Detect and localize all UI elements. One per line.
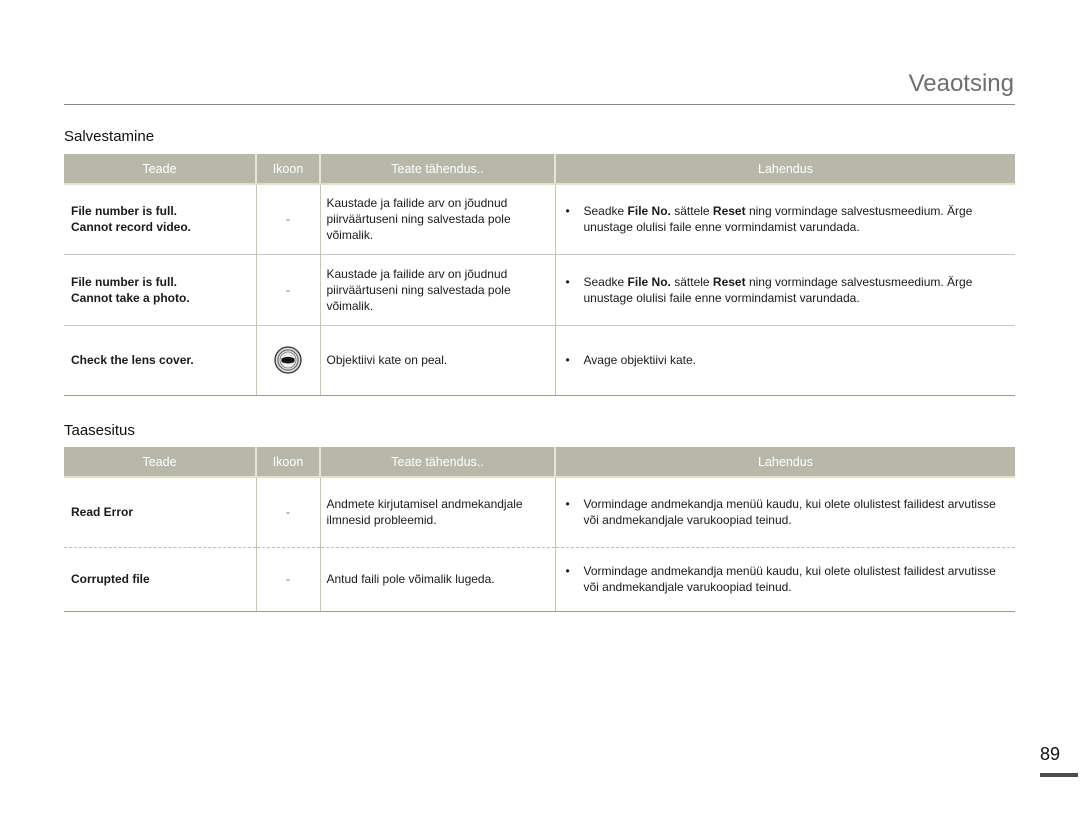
- solution-text: Vormindage andmekandja menüü kaudu, kui …: [583, 564, 996, 594]
- message-line: File number is full.: [71, 274, 178, 289]
- taasesitus-table: Teade Ikoon Teate tähendus.. Lahendus Re…: [64, 447, 1015, 612]
- title-divider: [64, 104, 1015, 105]
- icon-cell: -: [255, 254, 320, 326]
- table-row: Read Error - Andmete kirjutamisel andmek…: [64, 477, 1015, 548]
- message-line: Cannot record video.: [71, 220, 192, 235]
- icon-cell: -: [255, 184, 320, 255]
- meaning-cell: Andmete kirjutamisel andmekandjale ilmne…: [319, 477, 555, 548]
- column-header-lahendus: Lahendus: [554, 154, 1015, 185]
- column-header-teate-tahendus: Teate tähendus..: [319, 447, 555, 478]
- setting-value: Reset: [712, 204, 746, 219]
- table-row: Check the lens cover. Objektiivi kate on…: [64, 325, 1015, 396]
- bullet-icon: •: [565, 204, 570, 219]
- icon-cell: -: [255, 477, 320, 548]
- table-header-row: Teade Ikoon Teate tähendus.. Lahendus: [64, 154, 1015, 185]
- solution-cell: • Seadke File No. sättele Reset ning vor…: [554, 254, 1015, 326]
- column-header-ikoon: Ikoon: [255, 447, 320, 478]
- bullet-icon: •: [565, 274, 570, 289]
- solution-cell: • Vormindage andmekandja menüü kaudu, ku…: [554, 547, 1015, 612]
- meaning-cell: Kaustade ja failide arv on jõudnud piirv…: [319, 184, 555, 255]
- table-row: File number is full. Cannot take a photo…: [64, 254, 1015, 326]
- page-number: 89: [1039, 744, 1060, 764]
- table-row: File number is full. Cannot record video…: [64, 184, 1015, 255]
- message-line: File number is full.: [71, 204, 178, 219]
- lens-cover-icon: [274, 346, 302, 374]
- table-header-row: Teade Ikoon Teate tähendus.. Lahendus: [64, 447, 1015, 478]
- column-header-teade: Teade: [64, 447, 256, 478]
- icon-cell: [255, 325, 320, 396]
- solution-cell: • Seadke File No. sättele Reset ning vor…: [554, 184, 1015, 255]
- column-header-ikoon: Ikoon: [255, 154, 320, 185]
- message-cell: Check the lens cover.: [64, 325, 256, 396]
- solution-text: Seadke File No. sättele Reset ning vormi…: [583, 204, 973, 235]
- setting-value: Reset: [712, 274, 746, 289]
- bullet-icon: •: [565, 353, 570, 367]
- message-line: Cannot take a photo.: [71, 290, 190, 305]
- solution-text: Vormindage andmekandja menüü kaudu, kui …: [583, 497, 996, 528]
- meaning-cell: Antud faili pole võimalik lugeda.: [319, 547, 555, 612]
- message-cell: File number is full. Cannot take a photo…: [64, 254, 256, 326]
- solution-text: Avage objektiivi kate.: [583, 353, 697, 367]
- solution-cell: • Avage objektiivi kate.: [554, 325, 1015, 396]
- section-title-taasesitus: Taasesitus: [64, 422, 135, 439]
- message-cell: Read Error: [64, 477, 256, 548]
- message-cell: Corrupted file: [64, 547, 256, 612]
- salvestamine-table: Teade Ikoon Teate tähendus.. Lahendus Fi…: [64, 154, 1015, 396]
- icon-cell: -: [255, 547, 320, 612]
- column-header-lahendus: Lahendus: [554, 447, 1015, 478]
- table-row: Corrupted file - Antud faili pole võimal…: [64, 547, 1015, 612]
- meaning-cell: Kaustade ja failide arv on jõudnud piirv…: [319, 254, 555, 326]
- setting-name: File No.: [627, 274, 671, 289]
- page-title: Veaotsing: [908, 70, 1014, 97]
- bullet-icon: •: [565, 497, 570, 512]
- column-header-teade: Teade: [64, 154, 256, 185]
- solution-cell: • Vormindage andmekandja menüü kaudu, ku…: [554, 477, 1015, 548]
- solution-text: Seadke File No. sättele Reset ning vormi…: [583, 274, 973, 305]
- meaning-cell: Objektiivi kate on peal.: [319, 325, 555, 396]
- message-cell: File number is full. Cannot record video…: [64, 184, 256, 255]
- section-title-salvestamine: Salvestamine: [64, 128, 155, 145]
- setting-name: File No.: [627, 204, 671, 219]
- bullet-icon: •: [565, 564, 570, 578]
- column-header-teate-tahendus: Teate tähendus..: [319, 154, 555, 185]
- page-number-bar: [1040, 773, 1078, 777]
